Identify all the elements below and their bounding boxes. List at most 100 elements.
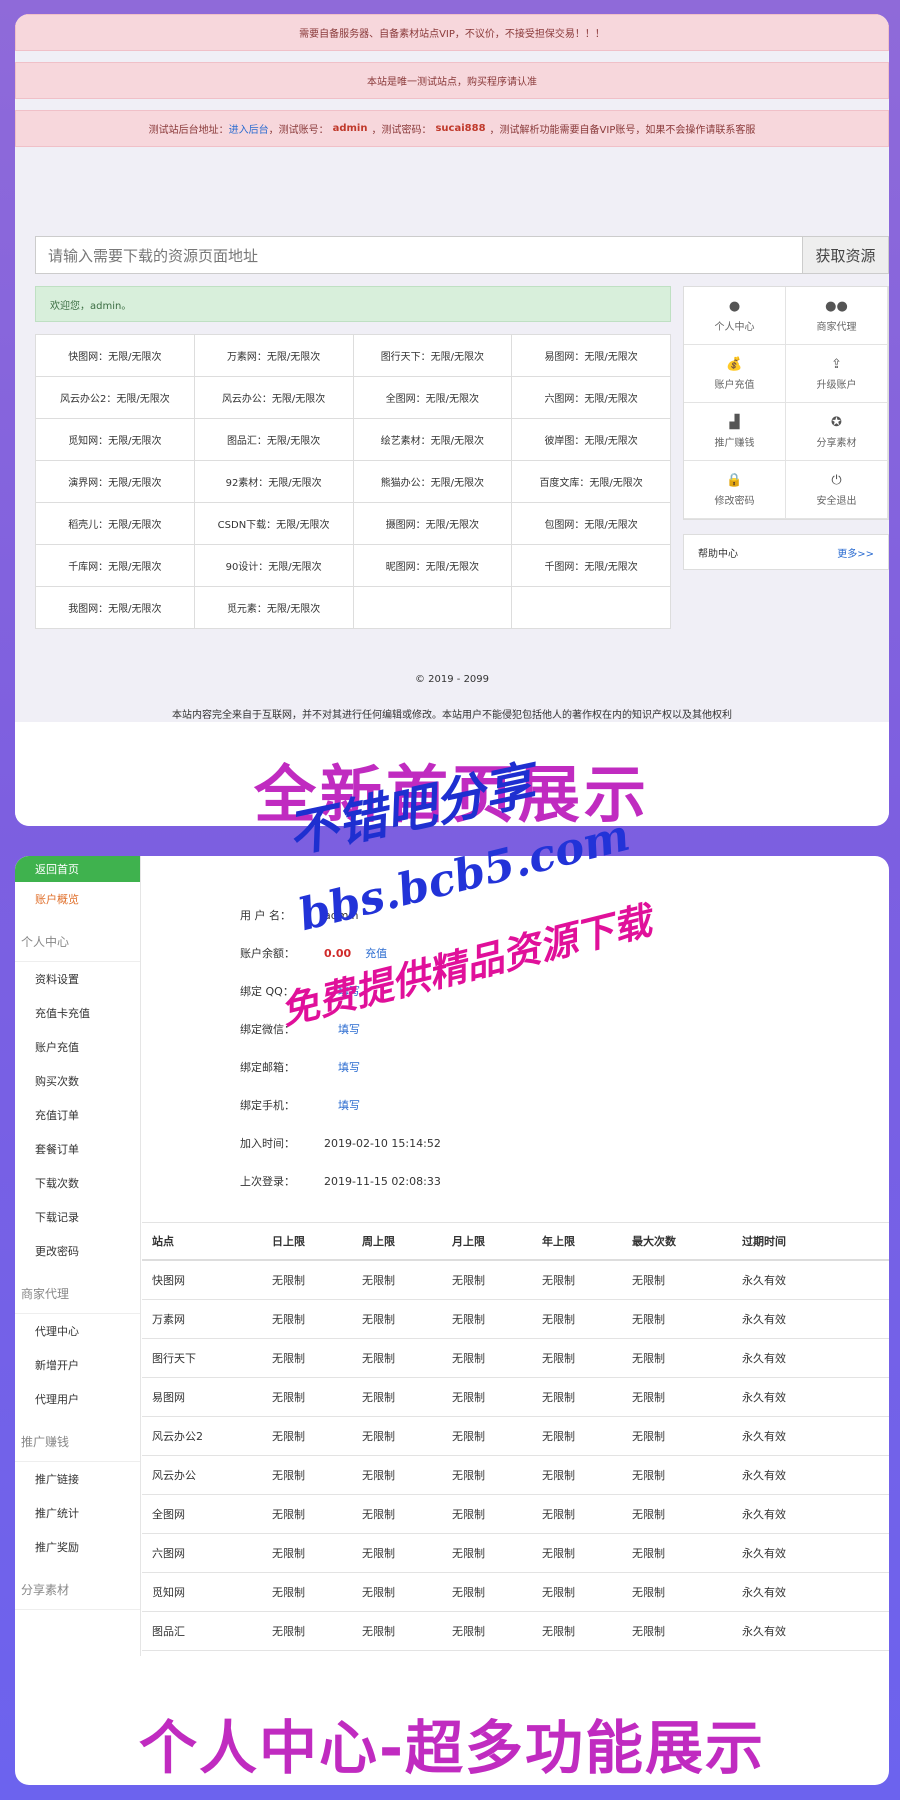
sidebar-item[interactable]: 推广统计 <box>15 1496 140 1530</box>
table-cell: 无限制 <box>542 1547 575 1560</box>
sidebar-item[interactable]: 账户充值 <box>15 1030 140 1064</box>
table-cell: 无限制 <box>452 1391 485 1404</box>
site-quota-cell: 92素材：无限/无限次 <box>194 461 354 503</box>
table-cell: 万素网 <box>152 1313 185 1326</box>
table-cell: 永久有效 <box>742 1352 786 1365</box>
table-header-cell: 过期时间 <box>742 1235 786 1248</box>
site-quota-cell: 熊猫办公：无限/无限次 <box>353 461 513 503</box>
info-row-email: 绑定邮箱： 填写 <box>240 1048 640 1086</box>
table-header-cell: 月上限 <box>452 1235 485 1248</box>
sidebar-item[interactable]: 代理中心 <box>15 1314 140 1348</box>
recharge-link[interactable]: 充值 <box>365 945 387 961</box>
table-row: 万素网 无限制 无限制 无限制 无限制 无限制 永久有效 <box>142 1300 889 1339</box>
table-cell: 无限制 <box>542 1430 575 1443</box>
table-cell: 无限制 <box>362 1625 395 1638</box>
money-bag-icon: 💰 <box>726 356 743 372</box>
table-cell: 永久有效 <box>742 1586 786 1599</box>
table-cell: 无限制 <box>362 1508 395 1521</box>
info-value: 2019-02-10 15:14:52 <box>324 1136 441 1150</box>
table-header-cell: 最大次数 <box>632 1235 676 1248</box>
table-cell: 无限制 <box>452 1508 485 1521</box>
table-cell: 无限制 <box>632 1430 665 1443</box>
table-row: 快图网 无限制 无限制 无限制 无限制 无限制 永久有效 <box>142 1261 889 1300</box>
sidebar-item[interactable]: 下载记录 <box>15 1200 140 1234</box>
table-cell: 无限制 <box>452 1313 485 1326</box>
sidebar-item[interactable]: 新增开户 <box>15 1348 140 1382</box>
recharge-button[interactable]: 💰 账户充值 <box>684 345 786 403</box>
sidebar-item[interactable]: 资料设置 <box>15 962 140 996</box>
table-cell: 永久有效 <box>742 1274 786 1287</box>
help-more-link[interactable]: 更多>> <box>837 545 874 560</box>
site-quota-cell: 演界网：无限/无限次 <box>36 461 195 503</box>
info-label: 绑定 QQ： <box>240 985 294 998</box>
table-cell: 无限制 <box>272 1430 305 1443</box>
sidebar-item[interactable]: 购买次数 <box>15 1064 140 1098</box>
table-cell: 无限制 <box>272 1469 305 1482</box>
sidebar-item[interactable]: 推广奖励 <box>15 1530 140 1564</box>
table-cell: 无限制 <box>362 1547 395 1560</box>
lock-icon: 🔒 <box>726 472 743 488</box>
sidebar-group-title: 分享素材 <box>15 1570 140 1610</box>
bind-qq-link[interactable]: 填写 <box>338 983 360 999</box>
sidebar-item[interactable]: 套餐订单 <box>15 1132 140 1166</box>
info-label: 绑定邮箱： <box>240 1061 295 1074</box>
bind-wechat-link[interactable]: 填写 <box>338 1021 360 1037</box>
resource-url-input[interactable]: 请输入需要下载的资源页面地址 <box>35 236 803 274</box>
change-password-button[interactable]: 🔒 修改密码 <box>684 461 786 519</box>
sidebar-item[interactable]: 代理用户 <box>15 1382 140 1416</box>
site-quota-cell: 风云办公2：无限/无限次 <box>36 377 195 419</box>
table-cell: 图品汇 <box>152 1625 185 1638</box>
table-cell: 永久有效 <box>742 1508 786 1521</box>
info-row-phone: 绑定手机： 填写 <box>240 1086 640 1124</box>
sidebar-group-title: 个人中心 <box>15 922 140 962</box>
sidebar-item[interactable]: 充值卡充值 <box>15 996 140 1030</box>
table-row: 易图网 无限制 无限制 无限制 无限制 无限制 永久有效 <box>142 1378 889 1417</box>
logout-button[interactable]: ⏻ 安全退出 <box>786 461 888 519</box>
table-cell: 无限制 <box>272 1547 305 1560</box>
sidebar-group-title: 商家代理 <box>15 1274 140 1314</box>
table-cell: 无限制 <box>362 1430 395 1443</box>
table-cell: 无限制 <box>632 1313 665 1326</box>
site-quota-cell: 万素网：无限/无限次 <box>194 335 354 377</box>
share-button[interactable]: ✪ 分享素材 <box>786 403 888 461</box>
bind-phone-link[interactable]: 填写 <box>338 1097 360 1113</box>
sidebar-item[interactable]: 更改密码 <box>15 1234 140 1268</box>
table-cell: 无限制 <box>362 1352 395 1365</box>
table-cell: 永久有效 <box>742 1469 786 1482</box>
panel-label: 商家代理 <box>816 321 857 333</box>
site-quota-cell: 图行天下：无限/无限次 <box>353 335 513 377</box>
balance-value: 0.00 <box>324 946 352 960</box>
table-cell: 觅知网 <box>152 1586 185 1599</box>
site-quota-cell: 全图网：无限/无限次 <box>353 377 513 419</box>
sidebar-item-overview[interactable]: 账户概览 <box>15 882 140 916</box>
alert-suffix: ，测试解析功能需要自备VIP账号，如果不会操作请联系客服 <box>489 125 756 136</box>
sidebar-item-back-home[interactable]: 返回首页 <box>15 856 140 882</box>
table-cell: 无限制 <box>272 1274 305 1287</box>
table-cell: 风云办公 <box>152 1469 196 1482</box>
get-resource-button[interactable]: 获取资源 <box>803 236 889 274</box>
site-quota-cell: 图品汇：无限/无限次 <box>194 419 354 461</box>
table-cell: 无限制 <box>632 1469 665 1482</box>
table-cell: 无限制 <box>272 1586 305 1599</box>
merchant-button[interactable]: ●● 商家代理 <box>786 287 888 345</box>
info-value: 2019-11-15 02:08:33 <box>324 1174 441 1188</box>
bind-email-link[interactable]: 填写 <box>338 1059 360 1075</box>
sidebar-item[interactable]: 下载次数 <box>15 1166 140 1200</box>
table-cell: 无限制 <box>542 1586 575 1599</box>
table-cell: 永久有效 <box>742 1430 786 1443</box>
table-cell: 无限制 <box>272 1625 305 1638</box>
promote-button[interactable]: ▟ 推广赚钱 <box>684 403 786 461</box>
user-center-button[interactable]: ● 个人中心 <box>684 287 786 345</box>
alert-notice-2: 本站是唯一测试站点，购买程序请认准 <box>15 62 889 99</box>
sidebar-item[interactable]: 推广链接 <box>15 1462 140 1496</box>
sidebar-item[interactable]: 充值订单 <box>15 1098 140 1132</box>
site-quota-cell: 易图网：无限/无限次 <box>512 335 671 377</box>
sidebar-group-title: 推广赚钱 <box>15 1422 140 1462</box>
upgrade-button[interactable]: ⇪ 升级账户 <box>786 345 888 403</box>
site-quota-cell: 90设计：无限/无限次 <box>194 545 354 587</box>
table-cell: 无限制 <box>272 1508 305 1521</box>
resource-search-bar: 请输入需要下载的资源页面地址 获取资源 <box>35 236 889 274</box>
info-label: 上次登录： <box>240 1175 295 1188</box>
table-cell: 无限制 <box>542 1391 575 1404</box>
admin-link[interactable]: 进入后台 <box>229 121 269 136</box>
